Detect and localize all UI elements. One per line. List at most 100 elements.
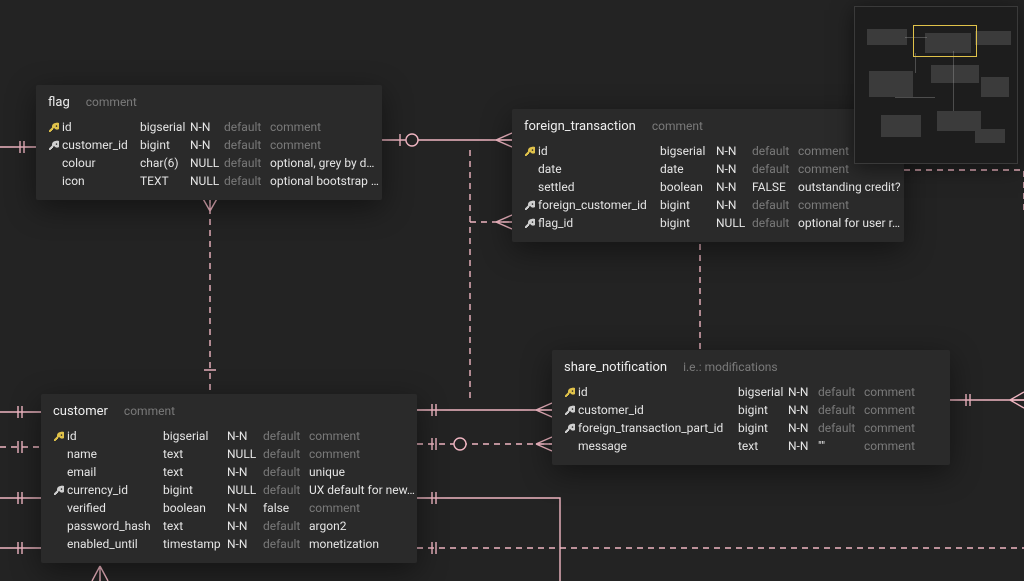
- column-comment: comment: [309, 447, 419, 461]
- column-row[interactable]: email text N-N default unique: [53, 463, 405, 481]
- column-comment: outstanding credit?: [798, 180, 913, 194]
- column-name: email: [67, 465, 163, 479]
- column-name: date: [538, 162, 660, 176]
- foreign-key-icon: [564, 405, 578, 416]
- foreign-key-icon: [564, 423, 578, 434]
- table-comment: comment: [652, 119, 703, 133]
- column-row[interactable]: id bigserial N-N default comment: [53, 427, 405, 445]
- foreign-key-icon: [524, 200, 538, 211]
- column-type: timestamp: [163, 537, 227, 551]
- table-name: flag: [48, 95, 70, 110]
- column-row[interactable]: flag_id bigint NULL default optional for…: [524, 214, 892, 232]
- column-default: default: [263, 483, 309, 497]
- column-comment: optional, grey by d…: [270, 156, 380, 170]
- table-customer[interactable]: customer comment id bigserial N-N defaul…: [41, 394, 417, 563]
- table-body: id bigserial N-N default comment date da…: [524, 142, 892, 232]
- column-name: id: [578, 385, 738, 399]
- column-null: NULL: [716, 216, 752, 230]
- column-default: "": [818, 439, 864, 453]
- column-row[interactable]: settled boolean N-N FALSE outstanding cr…: [524, 178, 892, 196]
- column-row[interactable]: colour char(6) NULL default optional, gr…: [48, 154, 370, 172]
- column-name: flag_id: [538, 216, 660, 230]
- primary-key-icon: [524, 146, 538, 157]
- column-name: customer_id: [62, 138, 140, 152]
- column-default: default: [263, 537, 309, 551]
- column-default: default: [263, 465, 309, 479]
- column-type: text: [163, 519, 227, 533]
- table-flag[interactable]: flag comment id bigserial N-N default co…: [36, 85, 382, 200]
- column-type: text: [738, 439, 788, 453]
- column-default: default: [263, 447, 309, 461]
- column-default: default: [224, 120, 270, 134]
- table-share-notification[interactable]: share_notification i.e.: modifications i…: [552, 350, 950, 465]
- erd-canvas[interactable]: flag comment id bigserial N-N default co…: [0, 0, 1024, 581]
- column-row[interactable]: verified boolean N-N false comment: [53, 499, 405, 517]
- primary-key-icon: [564, 387, 578, 398]
- column-comment: comment: [864, 385, 928, 399]
- column-row[interactable]: message text N-N "" comment: [564, 437, 938, 455]
- column-null: N-N: [190, 138, 224, 152]
- column-name: settled: [538, 180, 660, 194]
- column-name: id: [62, 120, 140, 134]
- column-type: boolean: [660, 180, 716, 194]
- column-type: bigint: [660, 216, 716, 230]
- column-row[interactable]: date date N-N default comment: [524, 160, 892, 178]
- column-name: customer_id: [578, 403, 738, 417]
- column-comment: comment: [864, 403, 928, 417]
- column-default: default: [224, 174, 270, 188]
- column-type: bigint: [738, 421, 788, 435]
- column-comment: optional for user r…: [798, 216, 913, 230]
- column-default: default: [263, 429, 309, 443]
- minimap-viewport[interactable]: [913, 25, 977, 57]
- column-comment: comment: [798, 162, 913, 176]
- column-row[interactable]: id bigserial N-N default comment: [524, 142, 892, 160]
- column-row[interactable]: id bigserial N-N default comment: [564, 383, 938, 401]
- column-default: false: [263, 501, 309, 515]
- column-name: id: [538, 144, 660, 158]
- column-row[interactable]: customer_id bigint N-N default comment: [564, 401, 938, 419]
- column-row[interactable]: foreign_customer_id bigint N-N default c…: [524, 196, 892, 214]
- table-foreign-transaction[interactable]: foreign_transaction comment id bigserial…: [512, 109, 904, 242]
- table-comment: comment: [86, 95, 137, 109]
- column-row[interactable]: enabled_until timestamp N-N default mone…: [53, 535, 405, 553]
- column-null: NULL: [190, 156, 224, 170]
- primary-key-icon: [48, 122, 62, 133]
- column-type: TEXT: [140, 174, 190, 188]
- column-row[interactable]: icon TEXT NULL default optional bootstra…: [48, 172, 370, 190]
- column-type: bigint: [738, 403, 788, 417]
- table-comment: comment: [124, 404, 175, 418]
- table-body: id bigserial N-N default comment custome…: [48, 118, 370, 190]
- column-row[interactable]: customer_id bigint N-N default comment: [48, 136, 370, 154]
- column-default: default: [818, 385, 864, 399]
- column-default: default: [263, 519, 309, 533]
- column-null: N-N: [190, 120, 224, 134]
- column-comment: comment: [270, 120, 380, 134]
- column-type: date: [660, 162, 716, 176]
- minimap[interactable]: [854, 6, 1018, 164]
- column-default: default: [752, 216, 798, 230]
- table-name: customer: [53, 404, 108, 419]
- column-row[interactable]: id bigserial N-N default comment: [48, 118, 370, 136]
- column-comment: comment: [798, 198, 913, 212]
- column-row[interactable]: currency_id bigint NULL default UX defau…: [53, 481, 405, 499]
- column-name: name: [67, 447, 163, 461]
- table-name: share_notification: [564, 360, 667, 375]
- column-null: N-N: [227, 537, 263, 551]
- column-null: NULL: [227, 447, 263, 461]
- column-name: message: [578, 439, 738, 453]
- column-comment: comment: [864, 421, 928, 435]
- foreign-key-icon: [48, 140, 62, 151]
- column-null: N-N: [716, 144, 752, 158]
- foreign-key-icon: [53, 485, 67, 496]
- foreign-key-icon: [524, 218, 538, 229]
- column-comment: comment: [309, 501, 419, 515]
- column-row[interactable]: password_hash text N-N default argon2: [53, 517, 405, 535]
- column-row[interactable]: name text NULL default comment: [53, 445, 405, 463]
- column-row[interactable]: foreign_transaction_part_id bigint N-N d…: [564, 419, 938, 437]
- column-name: colour: [62, 156, 140, 170]
- column-type: bigint: [660, 198, 716, 212]
- primary-key-icon: [53, 431, 67, 442]
- column-comment: comment: [864, 439, 928, 453]
- column-default: default: [224, 138, 270, 152]
- column-type: bigint: [163, 483, 227, 497]
